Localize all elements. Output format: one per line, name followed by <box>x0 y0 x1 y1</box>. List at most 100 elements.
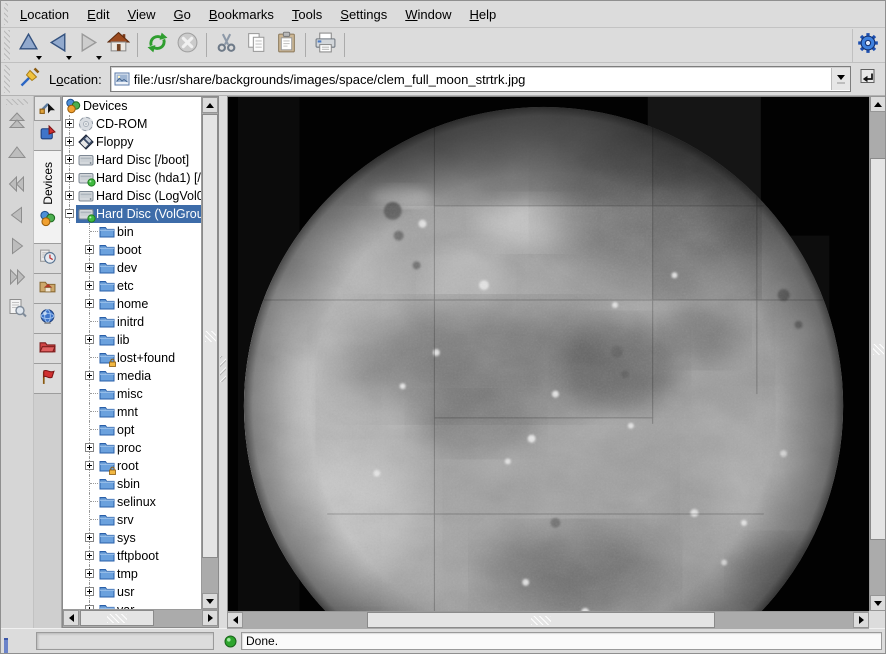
expander-plus-icon[interactable] <box>65 173 74 182</box>
expander-plus-icon[interactable] <box>85 443 94 452</box>
tree-row-srv[interactable]: srv <box>63 511 201 529</box>
tree-row-usr[interactable]: usr <box>63 583 201 601</box>
statusbar-resize-nub[interactable] <box>4 638 8 653</box>
nav-up-button[interactable] <box>4 143 30 167</box>
tree-hscrollbar-thumb[interactable] <box>80 610 154 626</box>
sidebar-configure-button[interactable] <box>34 96 61 121</box>
expander-plus-icon[interactable] <box>85 299 94 308</box>
sidebar-tab-home-folder[interactable] <box>34 274 61 304</box>
expander-plus-icon[interactable] <box>85 533 94 542</box>
menu-window[interactable]: Window <box>396 4 460 25</box>
menu-tools[interactable]: Tools <box>283 4 331 25</box>
expander-plus-icon[interactable] <box>85 587 94 596</box>
sidebar-tab-services[interactable] <box>34 364 61 394</box>
tree-row-initrd[interactable]: initrd <box>63 313 201 331</box>
view-hscrollbar-thumb[interactable] <box>367 612 715 628</box>
sidebar-tab-network[interactable] <box>34 304 61 334</box>
tree-row-dev[interactable]: dev <box>63 259 201 277</box>
expander-plus-icon[interactable] <box>65 155 74 164</box>
tree-row-boot[interactable]: boot <box>63 241 201 259</box>
tree-row-hard-disc-volgrou[interactable]: Hard Disc (VolGrou <box>63 205 201 223</box>
expander-plus-icon[interactable] <box>85 371 94 380</box>
tree-row-root[interactable]: root <box>63 457 201 475</box>
moon-image[interactable] <box>227 96 869 611</box>
locationbar-handle[interactable] <box>4 65 10 93</box>
reload-button[interactable] <box>142 30 172 60</box>
cut-button[interactable] <box>211 30 241 60</box>
sidebar-tab-devices[interactable]: Devices <box>34 151 61 244</box>
home-button[interactable] <box>103 30 133 60</box>
nav-right-button[interactable] <box>4 236 30 260</box>
view-scrollbar-thumb[interactable] <box>870 158 886 540</box>
view-scroll-down-button[interactable] <box>870 595 886 611</box>
location-input[interactable]: file:/usr/share/backgrounds/images/space… <box>110 66 851 92</box>
tree-horizontal-scrollbar[interactable] <box>63 609 218 627</box>
tree-row-bin[interactable]: bin <box>63 223 201 241</box>
location-dropdown-button[interactable] <box>831 68 850 90</box>
expander-plus-icon[interactable] <box>65 119 74 128</box>
tree-scrollbar-thumb[interactable] <box>202 114 218 558</box>
menu-go[interactable]: Go <box>165 4 200 25</box>
expander-plus-icon[interactable] <box>85 461 94 470</box>
tree-row-misc[interactable]: misc <box>63 385 201 403</box>
view-scroll-left-button[interactable] <box>227 612 243 628</box>
tree-row-opt[interactable]: opt <box>63 421 201 439</box>
tree-row-lost-found[interactable]: lost+found <box>63 349 201 367</box>
expander-plus-icon[interactable] <box>85 569 94 578</box>
tree-row-etc[interactable]: etc <box>63 277 201 295</box>
tree-scroll-down-button[interactable] <box>202 593 218 609</box>
tree-row-hard-disc-hda1-[interactable]: Hard Disc (hda1) [/ <box>63 169 201 187</box>
tree-row-home[interactable]: home <box>63 295 201 313</box>
tree-row-selinux[interactable]: selinux <box>63 493 201 511</box>
expander-plus-icon[interactable] <box>85 281 94 290</box>
tree-scroll-up-button[interactable] <box>202 97 218 113</box>
tree-row-hard-disc-logvol0[interactable]: Hard Disc (LogVol0 <box>63 187 201 205</box>
tree-row-devices[interactable]: Devices <box>63 97 201 115</box>
navcol-handle[interactable] <box>6 99 28 105</box>
menu-view[interactable]: View <box>119 4 165 25</box>
print-button[interactable] <box>310 30 340 60</box>
copy-button[interactable] <box>241 30 271 60</box>
back-button[interactable] <box>43 30 73 60</box>
tree-row-floppy[interactable]: Floppy <box>63 133 201 151</box>
tree-row-proc[interactable]: proc <box>63 439 201 457</box>
nav-double-right-button[interactable] <box>4 267 30 291</box>
nav-preview-button[interactable] <box>4 298 30 322</box>
nav-double-up-button[interactable] <box>4 112 30 136</box>
tree-row-lib[interactable]: lib <box>63 331 201 349</box>
tree-row-tmp[interactable]: tmp <box>63 565 201 583</box>
expander-plus-icon[interactable] <box>85 551 94 560</box>
tree-row-tftpboot[interactable]: tftpboot <box>63 547 201 565</box>
expander-plus-icon[interactable] <box>85 263 94 272</box>
menu-bookmarks[interactable]: Bookmarks <box>200 4 283 25</box>
tree-vertical-scrollbar[interactable] <box>201 97 218 609</box>
tree-scroll-left-button[interactable] <box>63 610 79 626</box>
tree-row-cd-rom[interactable]: CD-ROM <box>63 115 201 133</box>
toolbar-handle[interactable] <box>4 30 10 60</box>
menubar-handle[interactable] <box>4 3 8 25</box>
menu-help[interactable]: Help <box>461 4 506 25</box>
dropdown-arrow-icon[interactable] <box>36 56 42 60</box>
clear-location-button[interactable] <box>17 66 43 92</box>
paste-button[interactable] <box>271 30 301 60</box>
tree-row-hard-disc-boot-[interactable]: Hard Disc [/boot] <box>63 151 201 169</box>
tree-row-media[interactable]: media <box>63 367 201 385</box>
dropdown-arrow-icon[interactable] <box>96 56 102 60</box>
nav-left-button[interactable] <box>4 205 30 229</box>
tree-row-mnt[interactable]: mnt <box>63 403 201 421</box>
expander-plus-icon[interactable] <box>85 335 94 344</box>
tree-scroll-right-button[interactable] <box>202 610 218 626</box>
nav-double-left-button[interactable] <box>4 174 30 198</box>
menu-edit[interactable]: Edit <box>78 4 118 25</box>
expander-plus-icon[interactable] <box>65 191 74 200</box>
tree-row-sys[interactable]: sys <box>63 529 201 547</box>
tree-row-var[interactable]: var <box>63 601 201 609</box>
panel-splitter[interactable] <box>219 96 227 628</box>
expander-minus-icon[interactable] <box>65 209 74 218</box>
go-button[interactable] <box>855 66 881 92</box>
view-scroll-right-button[interactable] <box>853 612 869 628</box>
view-vertical-scrollbar[interactable] <box>869 96 886 611</box>
menu-location[interactable]: Location <box>11 4 78 25</box>
tree-row-sbin[interactable]: sbin <box>63 475 201 493</box>
sidebar-tab-root-folder[interactable] <box>34 334 61 364</box>
